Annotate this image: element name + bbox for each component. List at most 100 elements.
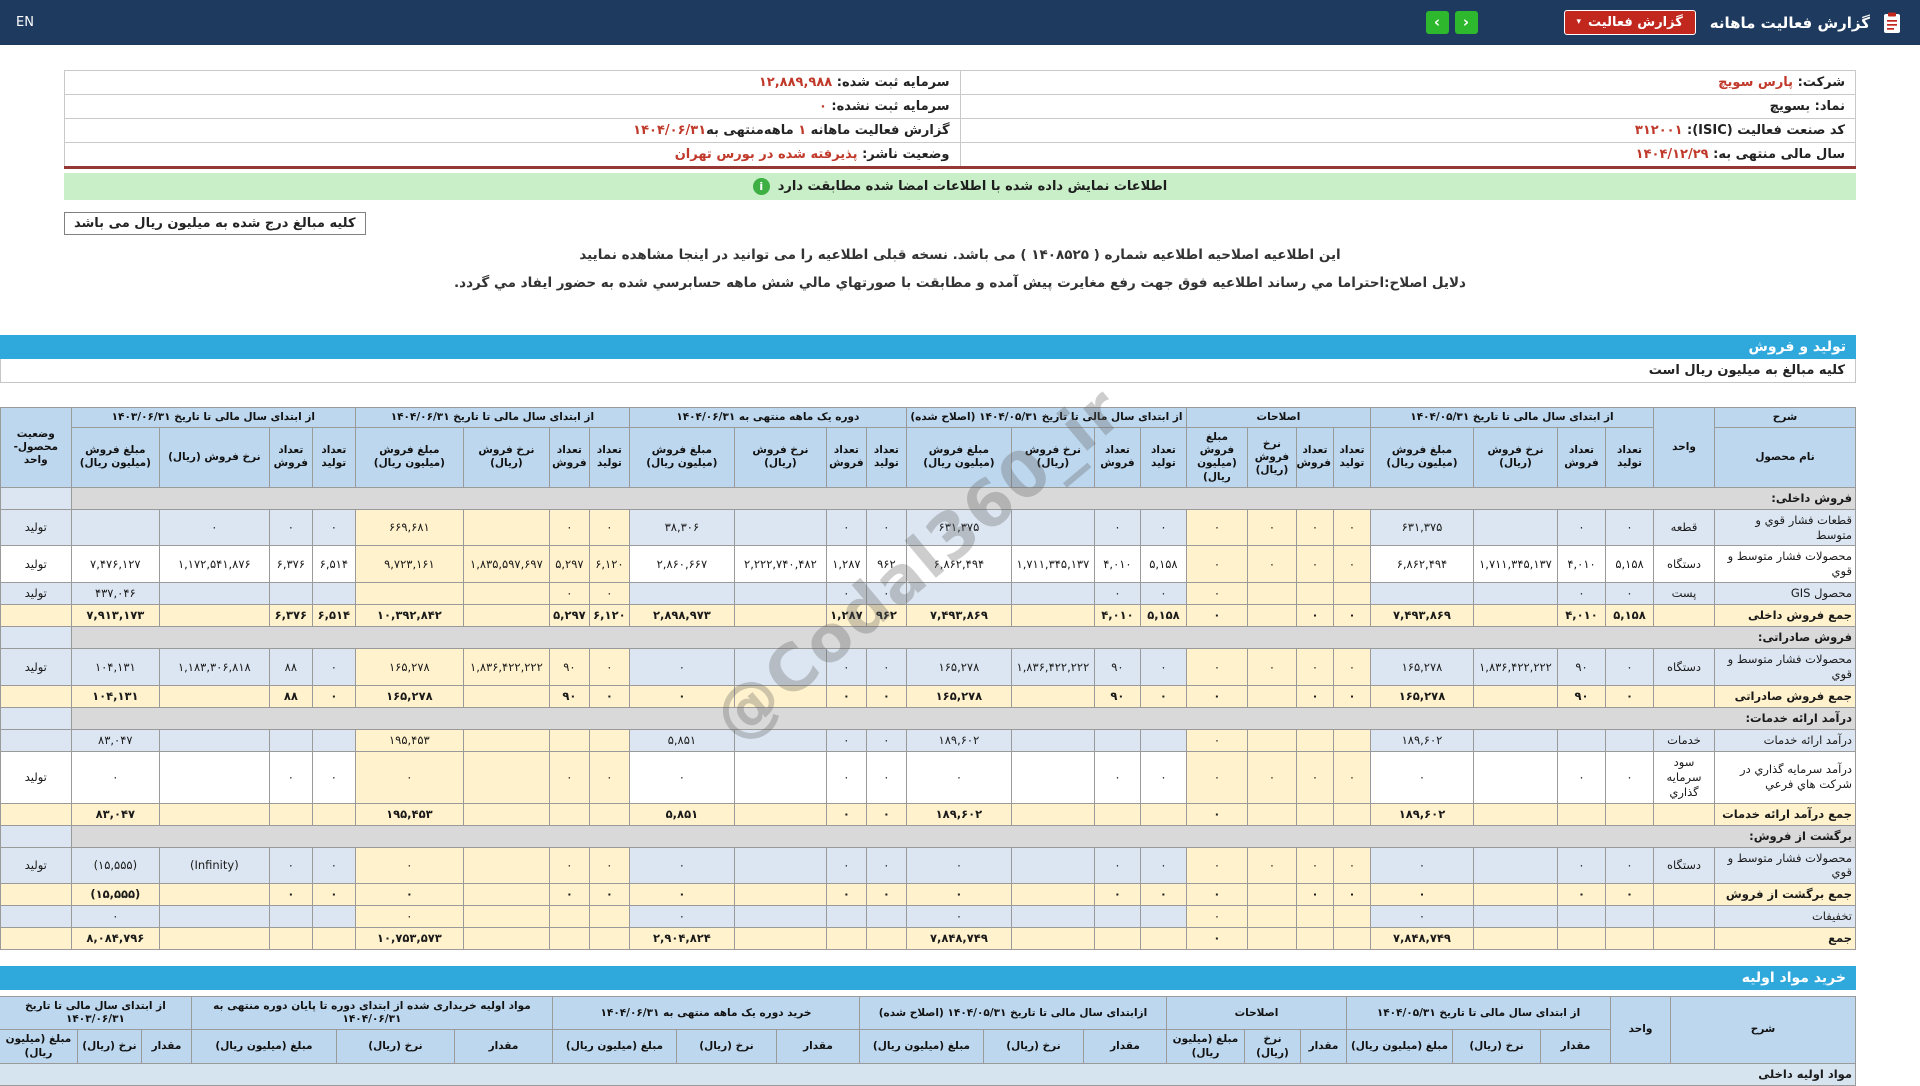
value-cell <box>463 605 549 627</box>
value-cell: (Infinity) <box>159 847 269 884</box>
value-cell: ۸۸ <box>269 686 312 708</box>
value-cell: ۵,۱۵۸ <box>1606 546 1654 583</box>
previous-version-link[interactable]: اینجا <box>679 247 709 263</box>
next-report-button[interactable]: › <box>1426 11 1449 34</box>
row-label: قطعات فشار قوي و متوسط <box>1715 509 1856 546</box>
sub-column-header: تعداد فروش <box>549 428 589 488</box>
sub-column-header: نرخ فروش (ریال) <box>734 428 826 488</box>
value-cell <box>734 803 826 825</box>
value-cell: ۰ <box>1296 884 1333 906</box>
value-cell: ۰ <box>1606 509 1654 546</box>
row-label: درآمد ارائه خدمات <box>1715 729 1856 751</box>
previous-report-button[interactable]: ‹ <box>1455 11 1478 34</box>
value-cell <box>734 583 826 605</box>
value-cell: ۰ <box>1333 509 1370 546</box>
company-info-cell: شرکت: پارس سویچ <box>960 71 1856 95</box>
status-cell <box>0 884 71 906</box>
unit-cell <box>1654 884 1715 906</box>
value-cell <box>269 906 312 928</box>
value-cell <box>1474 605 1558 627</box>
value-cell: ۰ <box>826 803 866 825</box>
value-cell: ۰ <box>589 509 629 546</box>
sub-column-header: تعداد تولید <box>312 428 355 488</box>
value-cell: ۶۳۱,۳۷۵ <box>1370 509 1473 546</box>
value-cell: ۰ <box>1247 509 1296 546</box>
unit-cell <box>1654 605 1715 627</box>
value-cell: ۰ <box>1247 751 1296 803</box>
info-label: نماد: <box>1810 99 1845 114</box>
activity-report-button[interactable]: گزارش فعالیت ▾ <box>1564 10 1696 35</box>
value-cell: ۰ <box>866 803 906 825</box>
amendment-notice-line1: این اطلاعیه اصلاحیه اطلاعیه شماره ( ۱۴۰۸… <box>64 247 1856 263</box>
value-cell: ۱۸۹,۶۰۲ <box>1370 729 1473 751</box>
row-label: جمع درآمد ارائه خدمات <box>1715 803 1856 825</box>
value-cell: ۱۰,۳۹۲,۸۴۲ <box>355 605 463 627</box>
value-cell <box>1011 605 1094 627</box>
value-cell: ۰ <box>629 751 734 803</box>
unit-cell: قطعه <box>1654 509 1715 546</box>
value-cell: ۹۰ <box>1558 686 1606 708</box>
value-cell <box>1140 803 1186 825</box>
status-cell <box>0 627 71 649</box>
info-icon: i <box>753 178 770 195</box>
million-note-box: کلیه مبالغ درج شده به میلیون ریال می باش… <box>64 212 366 235</box>
info-value: ۱ <box>798 123 806 138</box>
value-cell <box>1140 729 1186 751</box>
section-label: فروش داخلی: <box>71 487 1855 509</box>
value-cell: ۴,۰۱۰ <box>1094 546 1140 583</box>
value-cell <box>1296 906 1333 928</box>
value-cell: ۴,۰۱۰ <box>1558 605 1606 627</box>
value-cell: ۰ <box>1606 686 1654 708</box>
value-cell <box>1606 729 1654 751</box>
sub-column-header: مبلغ (میلیون ریال) <box>0 1030 77 1063</box>
value-cell <box>1011 884 1094 906</box>
activity-report-button-label: گزارش فعالیت <box>1588 15 1683 30</box>
unit-cell: خدمات <box>1654 729 1715 751</box>
value-cell: (۱۵,۵۵۵) <box>71 847 159 884</box>
value-cell: ۱,۷۱۱,۳۴۵,۱۳۷ <box>1011 546 1094 583</box>
info-value: ۱۴۰۴/۰۶/۳۱ <box>633 123 706 138</box>
value-cell: ۰ <box>312 751 355 803</box>
total-row: جمع فروش صادراتی۰۹۰۱۶۵,۲۷۸۰۰۰۰۹۰۱۶۵,۲۷۸۰… <box>0 686 1855 708</box>
sub-column-header: نرخ فروش (ریال) <box>1011 428 1094 488</box>
period-group-header: اصلاحات <box>1186 408 1370 428</box>
value-cell: ۹۰ <box>1094 686 1140 708</box>
value-cell <box>159 906 269 928</box>
value-cell <box>463 884 549 906</box>
value-cell <box>1606 906 1654 928</box>
value-cell <box>1558 906 1606 928</box>
value-cell <box>1094 928 1140 950</box>
language-switch-en[interactable]: EN <box>16 15 34 30</box>
value-cell: ۵,۱۵۸ <box>1606 605 1654 627</box>
value-cell <box>1011 847 1094 884</box>
value-cell: ۸,۰۸۴,۷۹۶ <box>71 928 159 950</box>
report-icon <box>1880 11 1904 35</box>
value-cell: ۰ <box>866 509 906 546</box>
value-cell <box>1140 906 1186 928</box>
value-cell <box>1474 509 1558 546</box>
value-cell <box>1140 928 1186 950</box>
value-cell: ۰ <box>312 509 355 546</box>
value-cell: ۰ <box>1606 583 1654 605</box>
value-cell <box>1474 729 1558 751</box>
value-cell: ۹,۷۲۳,۱۶۱ <box>355 546 463 583</box>
value-cell: ۰ <box>1296 847 1333 884</box>
value-cell: ۱۹۵,۴۵۳ <box>355 803 463 825</box>
value-cell <box>734 884 826 906</box>
value-cell <box>734 605 826 627</box>
total-row: جمع۷,۸۴۸,۷۴۹۰۷,۸۴۸,۷۴۹۲,۹۰۴,۸۲۴۱۰,۷۵۳,۵۷… <box>0 928 1855 950</box>
signature-match-bar: اطلاعات نمایش داده شده با اطلاعات امضا ش… <box>64 173 1856 200</box>
value-cell: ۰ <box>1333 884 1370 906</box>
value-cell: ۰ <box>1186 906 1247 928</box>
company-info-row: سال مالی منتهی به: ۱۴۰۴/۱۲/۲۹وضعیت ناشر:… <box>65 143 1856 168</box>
desc-header: شرح <box>1715 408 1856 428</box>
value-cell: ۸۸ <box>269 649 312 686</box>
info-value: ۰ <box>819 99 827 114</box>
value-cell: ۰ <box>1186 649 1247 686</box>
sub-column-header: مبلغ (میلیون ریال) <box>859 1030 983 1063</box>
status-cell <box>0 707 71 729</box>
value-cell: ۰ <box>1186 509 1247 546</box>
value-cell <box>549 928 589 950</box>
data-row: محصولات فشار متوسط و قويدستگاه۰۹۰۱,۸۳۶,۴… <box>0 649 1855 686</box>
value-cell: ۰ <box>312 847 355 884</box>
